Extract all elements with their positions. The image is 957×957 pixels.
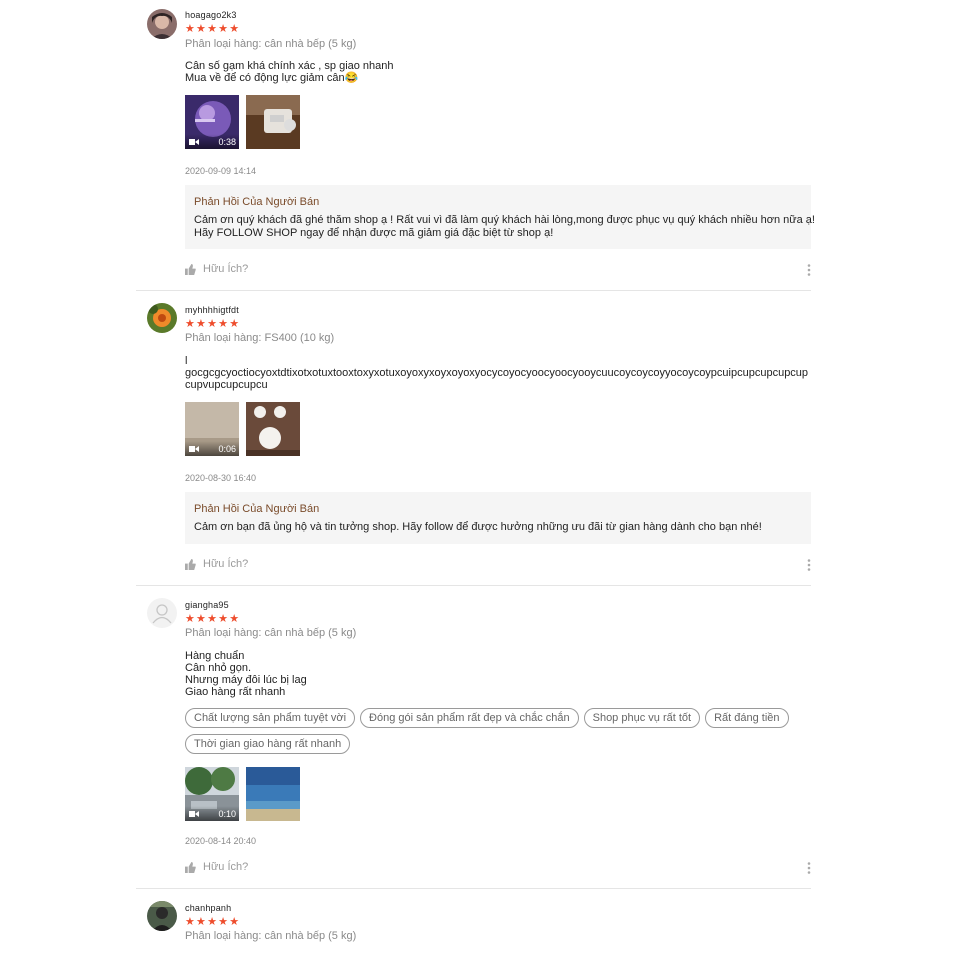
avatar[interactable] [147,303,177,333]
review-body: hoagago2k3 ★★★★★ Phân loại hàng: cân nhà… [185,0,815,290]
thumbs-up-icon [185,559,196,570]
review-timestamp: 2020-08-30 16:40 [185,473,257,483]
more-vertical-icon[interactable] [807,559,811,571]
review-body: giangha95 ★★★★★ Phân loại hàng: cân nhà … [185,586,811,888]
seller-reply-line: Cảm ơn quý khách đã ghé thăm shop ạ ! Rấ… [194,214,815,226]
thumbs-up-icon [185,862,196,873]
more-vertical-icon[interactable] [807,862,811,874]
review-content-line: Cân nhỏ gọn. [185,662,252,674]
review-image-thumbnail[interactable] [246,767,300,821]
rating-stars: ★★★★★ [185,613,241,625]
review-item: hoagago2k3 ★★★★★ Phân loại hàng: cân nhà… [136,0,815,290]
video-duration: 0:06 [218,444,236,454]
review-tags: Chất lượng sản phẩm tuyệt vời Đóng gói sả… [185,708,805,760]
review-content: Hàng chuẩn Cân nhỏ gọn. Nhưng máy đôi lú… [185,650,810,698]
review-video-thumbnail[interactable]: 0:38 [185,95,239,149]
seller-reply-title: Phản Hồi Của Người Bán [194,503,320,515]
review-tag: Đóng gói sản phẩm rất đẹp và chắc chắn [360,708,579,728]
seller-reply: Phản Hồi Của Người Bán Cảm ơn bạn đã ủng… [185,492,811,544]
review-content-line: Hàng chuẩn [185,650,245,662]
review-content-line: Cân số gạm khá chính xác , sp giao nhanh [185,60,394,72]
seller-reply-text: Cảm ơn quý khách đã ghé thăm shop ạ ! Rấ… [194,214,815,240]
product-variant: Phân loại hàng: cân nhà bếp (5 kg) [185,627,357,639]
review-content: l gocgcgcyoctiocyoxtdtixotxotuxtooxtoxyx… [185,355,810,391]
review-content-line: l [185,355,188,367]
seller-reply-line: Hãy FOLLOW SHOP ngay để nhận được mã giả… [194,227,554,239]
review-tag: Rất đáng tiền [705,708,789,728]
helpful-label: Hữu Ích? [203,263,249,275]
seller-reply-text: Cảm ơn bạn đã ủng hộ và tin tưởng shop. … [194,521,802,534]
review-video-thumbnail[interactable]: 0:06 [185,402,239,456]
product-variant: Phân loại hàng: cân nhà bếp (5 kg) [185,38,357,50]
review-tag: Shop phục vụ rất tốt [583,708,701,728]
review-item: giangha95 ★★★★★ Phân loại hàng: cân nhà … [136,586,811,888]
rating-stars: ★★★★★ [185,916,241,928]
helpful-label: Hữu Ích? [203,861,249,873]
video-camera-icon [189,139,199,145]
avatar[interactable] [147,901,177,931]
reviewer-username[interactable]: chanhpanh [185,903,231,913]
thumbs-up-icon [185,264,196,275]
review-image-thumbnail[interactable] [246,402,300,456]
rating-stars: ★★★★★ [185,318,241,330]
avatar[interactable] [147,9,177,39]
seller-reply: Phản Hồi Của Người Bán Cảm ơn quý khách … [185,185,815,249]
video-duration: 0:38 [218,137,236,147]
reviewer-username[interactable]: myhhhhigtfdt [185,305,239,315]
review-item: chanhpanh ★★★★★ Phân loại hàng: cân nhà … [136,889,811,957]
review-timestamp: 2020-08-14 20:40 [185,836,257,846]
helpful-label: Hữu Ích? [203,558,249,570]
reviewer-username[interactable]: giangha95 [185,600,229,610]
review-body: myhhhhigtfdt ★★★★★ Phân loại hàng: FS400… [185,291,811,585]
review-tag: Thời gian giao hàng rất nhanh [185,734,351,754]
review-video-thumbnail[interactable]: 0:10 [185,767,239,821]
review-tag: Chất lượng sản phẩm tuyệt vời [185,708,356,728]
reviewer-username[interactable]: hoagago2k3 [185,10,237,20]
review-timestamp: 2020-09-09 14:14 [185,166,257,176]
product-variant: Phân loại hàng: FS400 (10 kg) [185,332,335,344]
review-image-thumbnail[interactable] [246,95,300,149]
seller-reply-title: Phản Hồi Của Người Bán [194,196,320,208]
review-item: myhhhhigtfdt ★★★★★ Phân loại hàng: FS400… [136,291,811,585]
review-content-line: Mua về để có động lực giảm cân😂 [185,72,359,84]
product-variant: Phân loại hàng: cân nhà bếp (5 kg) [185,930,357,942]
video-camera-icon [189,446,199,452]
more-vertical-icon[interactable] [807,264,811,276]
review-content: Cân số gạm khá chính xác , sp giao nhanh… [185,60,810,84]
video-camera-icon [189,811,199,817]
avatar[interactable] [147,598,177,628]
rating-stars: ★★★★★ [185,23,241,35]
video-duration: 0:10 [218,809,236,819]
seller-reply-line: Cảm ơn bạn đã ủng hộ và tin tưởng shop. … [194,521,762,533]
review-content-line: gocgcgcyoctiocyoxtdtixotxotuxtooxtoxyxot… [185,367,809,391]
review-content-line: Giao hàng rất nhanh [185,686,286,698]
review-body: chanhpanh ★★★★★ Phân loại hàng: cân nhà … [185,889,811,957]
review-content-line: Nhưng máy đôi lúc bị lag [185,674,307,686]
